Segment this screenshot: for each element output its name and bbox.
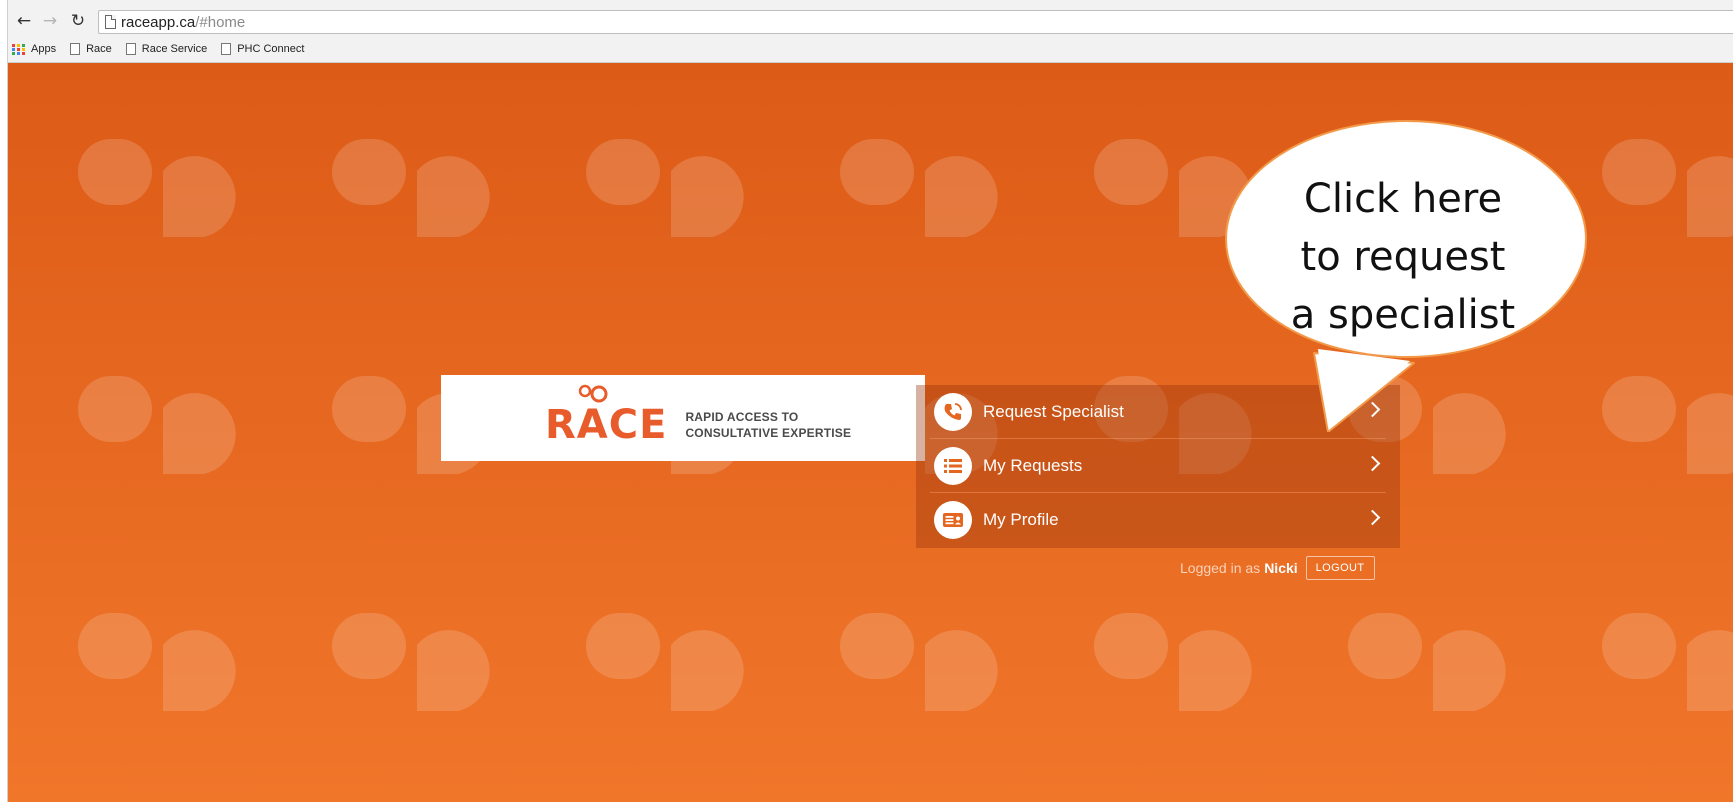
chevron-right-icon bbox=[1364, 509, 1381, 526]
tagline-line-2: CONSULTATIVE EXPERTISE bbox=[685, 426, 852, 440]
bookmark-race-service[interactable]: Race Service bbox=[125, 43, 208, 55]
callout-line-2: to request bbox=[1300, 234, 1506, 280]
menu-item-my-requests[interactable]: My Requests bbox=[930, 439, 1386, 493]
race-logo: RACE bbox=[545, 384, 668, 448]
username: Nicki bbox=[1264, 560, 1298, 576]
bookmark-label: PHC Connect bbox=[237, 43, 305, 55]
callout-text: Click here to request a specialist bbox=[1222, 170, 1584, 344]
bookmark-apps[interactable]: Apps bbox=[12, 43, 56, 55]
race-logo-dots-icon bbox=[578, 384, 608, 403]
bookmark-race[interactable]: Race bbox=[70, 43, 112, 55]
bookmark-phc-connect[interactable]: PHC Connect bbox=[221, 43, 304, 55]
document-icon bbox=[221, 43, 232, 55]
window-left-edge bbox=[0, 0, 8, 802]
bookmarks-bar: Apps Race Race Service PHC Connect bbox=[12, 40, 318, 58]
url-host: raceapp.ca bbox=[121, 13, 196, 31]
address-bar[interactable]: raceapp.ca/#home bbox=[98, 10, 1733, 34]
menu-item-my-profile[interactable]: My Profile bbox=[930, 493, 1386, 547]
race-tagline: RAPID ACCESS TO CONSULTATIVE EXPERTISE bbox=[685, 409, 851, 441]
reload-icon[interactable]: ↻ bbox=[68, 11, 88, 31]
race-logo-card: RACE RAPID ACCESS TO CONSULTATIVE EXPERT… bbox=[441, 375, 925, 461]
menu-label: My Requests bbox=[983, 455, 1083, 475]
tagline-line-1: RAPID ACCESS TO bbox=[685, 410, 799, 424]
url-path: /#home bbox=[195, 13, 246, 31]
callout-line-3: a specialist bbox=[1290, 292, 1516, 338]
document-icon bbox=[125, 43, 136, 55]
login-prefix: Logged in as bbox=[1180, 560, 1261, 576]
id-card-icon bbox=[934, 501, 972, 539]
race-wordmark: RACE bbox=[545, 402, 668, 448]
bookmark-label: Race bbox=[86, 43, 112, 55]
document-icon bbox=[70, 43, 81, 55]
menu-label: My Profile bbox=[983, 510, 1059, 529]
page-icon bbox=[105, 15, 116, 29]
phone-icon bbox=[934, 392, 972, 431]
forward-arrow-icon[interactable]: → bbox=[40, 11, 60, 31]
browser-chrome: ← → ↻ raceapp.ca/#home Apps Race Race Se… bbox=[0, 0, 1733, 63]
apps-grid-icon bbox=[12, 43, 26, 55]
menu-label: Request Specialist bbox=[983, 401, 1124, 421]
chevron-right-icon bbox=[1364, 455, 1381, 472]
bookmark-label: Race Service bbox=[141, 43, 208, 55]
login-status: Logged in as Nicki LOGOUT bbox=[1180, 555, 1375, 581]
list-icon bbox=[934, 446, 972, 485]
back-arrow-icon[interactable]: ← bbox=[14, 11, 34, 31]
callout-line-1: Click here bbox=[1303, 176, 1503, 222]
logout-button[interactable]: LOGOUT bbox=[1305, 556, 1375, 580]
bookmark-label: Apps bbox=[31, 43, 57, 55]
